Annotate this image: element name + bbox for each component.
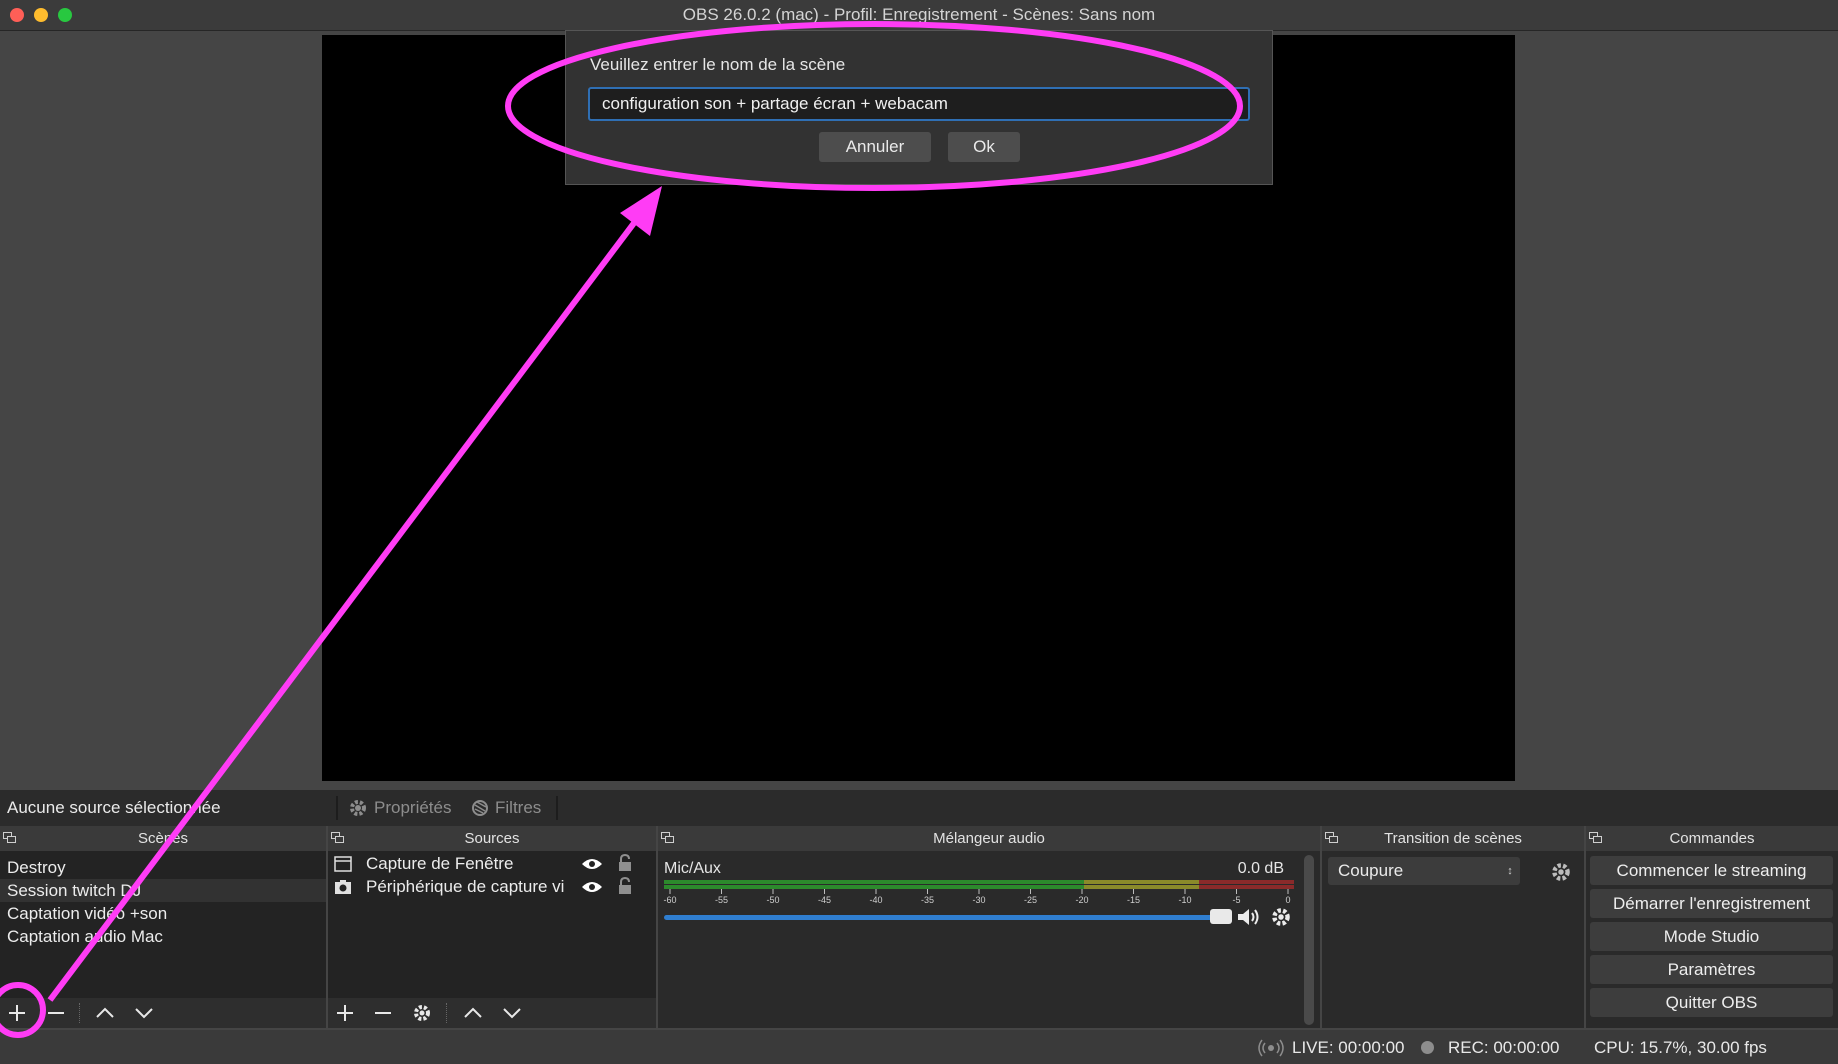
- chevron-up-icon[interactable]: [94, 1004, 116, 1022]
- scene-item[interactable]: Destroy: [0, 856, 326, 879]
- scene-transitions-dock: Transition de scènes Coupure ↕: [1322, 826, 1584, 1028]
- sources-toolbar: [328, 998, 656, 1028]
- gear-icon[interactable]: [1550, 861, 1572, 883]
- scenes-dock: Scènes Destroy Session twitch DJ Captati…: [0, 826, 326, 1028]
- source-item[interactable]: Périphérique de capture vi: [366, 875, 566, 898]
- mixer-title: Mélangeur audio: [933, 830, 1045, 847]
- scene-item[interactable]: Captation audio Mac: [0, 925, 326, 948]
- lock-icon[interactable]: [617, 877, 633, 895]
- meter-tick-label: -5: [1232, 895, 1241, 905]
- title-bar: OBS 26.0.2 (mac) - Profil: Enregistremen…: [0, 0, 1838, 31]
- broadcast-icon: [1258, 1039, 1284, 1057]
- scene-name-input[interactable]: [588, 87, 1250, 121]
- dock-header: Mélangeur audio: [658, 826, 1320, 851]
- camera-icon: [335, 880, 351, 894]
- float-icon[interactable]: [661, 832, 674, 843]
- minus-icon[interactable]: [373, 1003, 393, 1023]
- separator: [446, 1003, 448, 1023]
- plus-icon[interactable]: [335, 1003, 355, 1023]
- cpu-fps: CPU: 15.7%, 30.00 fps: [1594, 1038, 1767, 1057]
- meter-tick-label: -50: [766, 895, 780, 905]
- meter-tick-label: 0: [1285, 895, 1291, 905]
- live-timer: LIVE: 00:00:00: [1292, 1038, 1405, 1057]
- chevron-up-icon[interactable]: [462, 1004, 484, 1022]
- source-item[interactable]: Capture de Fenêtre: [366, 852, 556, 875]
- meter-tick-label: -30: [972, 895, 986, 905]
- meter-tick-label: -15: [1126, 895, 1141, 905]
- float-icon[interactable]: [1325, 832, 1338, 843]
- meter-tick-label: -55: [714, 895, 729, 905]
- plus-icon[interactable]: [7, 1003, 27, 1023]
- float-icon[interactable]: [3, 832, 16, 843]
- scenes-list: Destroy Session twitch DJ Captation vidé…: [0, 851, 326, 998]
- meter-tick-label: -25: [1023, 895, 1038, 905]
- separator: [556, 796, 558, 820]
- audio-mixer-dock: Mélangeur audio Mic/Aux 0.0 dB -60 -55 -50…: [658, 826, 1320, 1028]
- window-title: OBS 26.0.2 (mac) - Profil: Enregistremen…: [682, 5, 1156, 24]
- meter-tick-label: -45: [817, 895, 832, 905]
- transition-select[interactable]: Coupure: [1328, 857, 1520, 885]
- lock-icon[interactable]: [617, 854, 633, 872]
- commands-title: Commandes: [1669, 830, 1755, 847]
- float-icon[interactable]: [331, 832, 344, 843]
- meter-tick-label: -40: [869, 895, 883, 905]
- record-indicator-icon: [1421, 1041, 1434, 1054]
- filters-button[interactable]: Filtres: [495, 798, 541, 818]
- separator: [79, 1003, 81, 1023]
- controls-dock: Commandes Commencer le streaming Démarre…: [1586, 826, 1838, 1028]
- start-streaming-button[interactable]: Commencer le streaming: [1590, 856, 1833, 885]
- gear-icon[interactable]: [1270, 906, 1292, 928]
- status-bar: LIVE: 00:00:00 REC: 00:00:00 CPU: 15.7%,…: [0, 1030, 1838, 1064]
- eye-icon[interactable]: [581, 857, 603, 871]
- start-recording-button[interactable]: Démarrer l'enregistrement: [1590, 889, 1833, 918]
- mixer-body: Mic/Aux 0.0 dB -60 -55 -50 -45 -40 -35 -30 -25-…: [658, 851, 1320, 1028]
- dock-header: Commandes: [1586, 826, 1838, 851]
- gear-icon: [350, 800, 366, 816]
- no-source-label: Aucune source sélectionnée: [7, 798, 221, 817]
- separator: [336, 796, 338, 820]
- ok-button[interactable]: Ok: [948, 132, 1020, 162]
- eye-icon[interactable]: [581, 880, 603, 894]
- meter-tick-label: -35: [920, 895, 935, 905]
- volume-slider-track[interactable]: [664, 915, 1216, 920]
- chevron-down-icon[interactable]: [133, 1004, 155, 1022]
- dock-header: Transition de scènes: [1322, 826, 1584, 851]
- filters-icon: [472, 800, 488, 816]
- sources-title: Sources: [464, 830, 520, 847]
- meter-tick-label: -10: [1178, 895, 1192, 905]
- scene-item[interactable]: Captation vidéo +son: [0, 902, 326, 925]
- source-toolbar: Aucune source sélectionnée Propriétés Fi…: [0, 790, 1838, 826]
- rec-timer: REC: 00:00:00: [1448, 1038, 1560, 1057]
- cancel-button[interactable]: Annuler: [819, 132, 931, 162]
- transition-body: Coupure ↕: [1322, 851, 1584, 1028]
- meter-tick-label: -60: [663, 895, 677, 905]
- minus-icon[interactable]: [46, 1003, 66, 1023]
- properties-button[interactable]: Propriétés: [374, 798, 451, 818]
- commands-body: Commencer le streaming Démarrer l'enregi…: [1586, 851, 1838, 1028]
- dialog-prompt: Veuillez entrer le nom de la scène: [590, 55, 846, 74]
- sources-list: Capture de Fenêtre Périphérique de captu…: [328, 851, 656, 998]
- scrollbar[interactable]: [1304, 855, 1314, 1025]
- scene-name-dialog: Veuillez entrer le nom de la scène Annul…: [565, 30, 1273, 185]
- studio-mode-button[interactable]: Mode Studio: [1590, 922, 1833, 951]
- gear-icon[interactable]: [412, 1003, 432, 1023]
- select-arrows-icon: ↕: [1507, 865, 1513, 877]
- volume-slider-handle[interactable]: [1210, 909, 1232, 924]
- sources-dock: Sources Capture de Fenêtre Périphérique …: [328, 826, 656, 1028]
- scene-item[interactable]: Session twitch DJ: [0, 879, 326, 902]
- window-icon: [334, 856, 352, 872]
- dock-header: Scènes: [0, 826, 326, 851]
- quit-button[interactable]: Quitter OBS: [1590, 988, 1833, 1017]
- transition-title: Transition de scènes: [1384, 830, 1522, 847]
- speaker-icon[interactable]: [1236, 906, 1262, 928]
- chevron-down-icon[interactable]: [501, 1004, 523, 1022]
- float-icon[interactable]: [1589, 832, 1602, 843]
- meter-tick-label: -20: [1075, 895, 1089, 905]
- dock-header: Sources: [328, 826, 656, 851]
- meter-scale: -60 -55 -50 -45 -40 -35 -30 -25 -20 -15 -10 -5 0: [663, 851, 1296, 911]
- settings-button[interactable]: Paramètres: [1590, 955, 1833, 984]
- scenes-title: Scènes: [137, 830, 189, 847]
- scenes-toolbar: [0, 998, 326, 1028]
